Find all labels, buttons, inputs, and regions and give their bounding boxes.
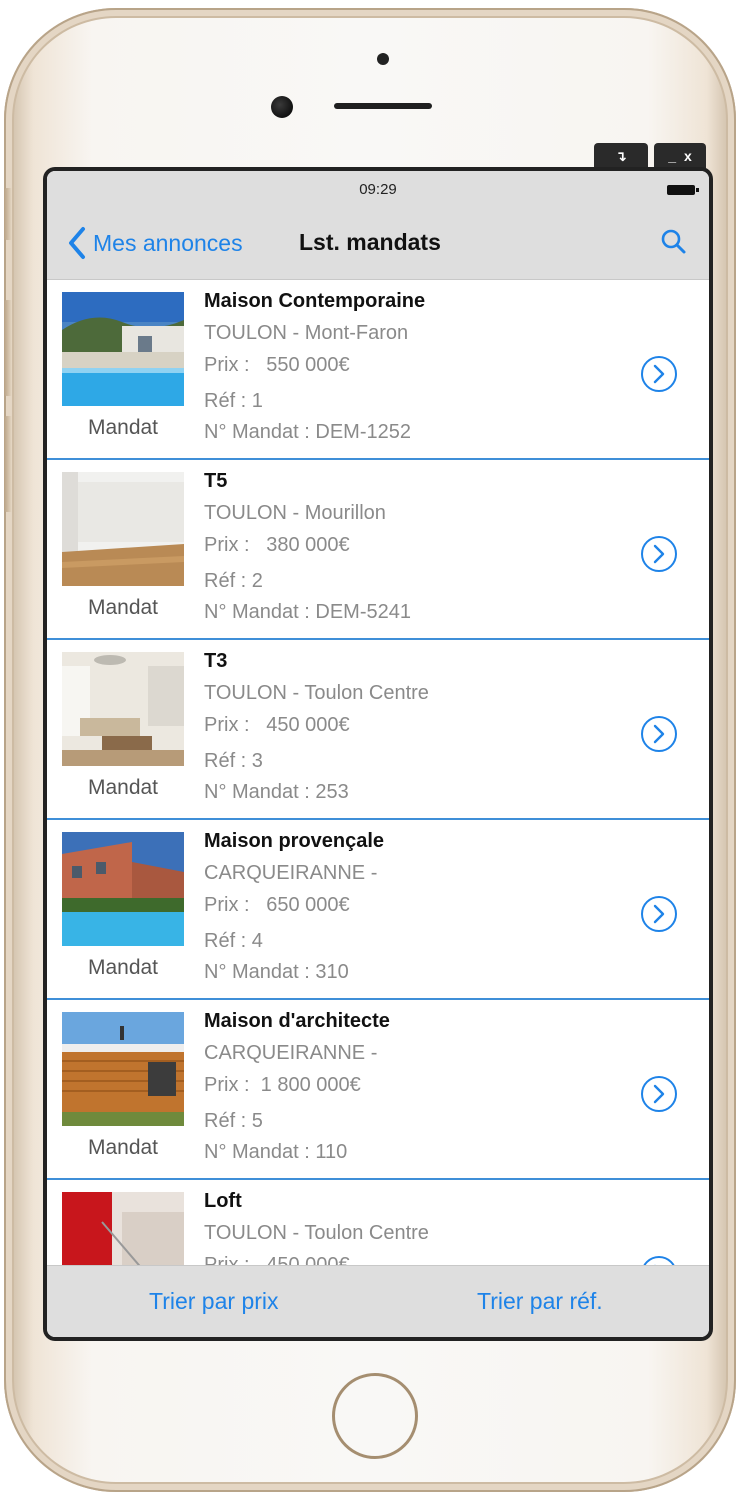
listing-mandat-number: N° Mandat : DEM-5241	[204, 601, 411, 623]
listing-photo	[62, 832, 184, 946]
chevron-right-circle-icon	[641, 356, 677, 392]
chevron-right-circle-icon	[641, 536, 677, 572]
volume-down-button	[4, 416, 12, 512]
listing-location: CARQUEIRANNE -	[204, 862, 378, 884]
listing-row[interactable]: Mandat Maison d'architecte CARQUEIRANNE …	[47, 1000, 709, 1180]
listing-mandat-number: N° Mandat : 110	[204, 1141, 348, 1163]
listing-price: Prix : 380 000€	[204, 534, 350, 556]
close-button[interactable]: x	[684, 148, 692, 164]
rotate-device-button[interactable]: ↴	[594, 143, 648, 169]
listing-title: Loft	[204, 1190, 242, 1212]
home-button[interactable]	[332, 1373, 418, 1459]
listing-price: Prix : 450 000€	[204, 714, 350, 736]
search-icon	[661, 229, 686, 254]
listing-row[interactable]: Mandat T5 TOULON - Mourillon Prix : 380 …	[47, 460, 709, 640]
mandat-tag: Mandat	[87, 1136, 159, 1159]
listing-title: Maison Contemporaine	[204, 290, 426, 312]
detail-disclosure-button[interactable]	[639, 714, 679, 754]
sort-by-price-button[interactable]: Trier par prix	[149, 1288, 279, 1315]
minimize-button[interactable]: _	[668, 148, 676, 164]
sort-by-ref-button[interactable]: Trier par réf.	[477, 1288, 603, 1315]
detail-disclosure-button[interactable]	[639, 534, 679, 574]
chevron-right-circle-icon	[641, 716, 677, 752]
listing-location: TOULON - Mont-Faron	[204, 322, 409, 344]
listing-photo	[62, 652, 184, 766]
rotate-icon: ↴	[615, 147, 627, 164]
listing-row[interactable]: Mandat Maison Contemporaine TOULON - Mon…	[47, 280, 709, 460]
page-title: Lst. mandats	[299, 229, 441, 255]
chevron-right-circle-icon	[641, 896, 677, 932]
listing-title: Maison d'architecte	[204, 1010, 390, 1032]
chevron-left-icon	[69, 227, 85, 259]
back-button[interactable]: Mes annonces	[67, 223, 243, 263]
listing-price: Prix : 1 800 000€	[204, 1074, 361, 1096]
silent-switch	[4, 188, 12, 240]
listing-photo	[62, 1012, 184, 1126]
battery-icon	[667, 185, 699, 195]
mandat-tag: Mandat	[87, 956, 159, 979]
listing-location: TOULON - Toulon Centre	[204, 1222, 429, 1244]
listing-mandat-number: N° Mandat : 253	[204, 781, 349, 803]
listing-ref: Réf : 3	[204, 750, 263, 772]
listing-row[interactable]: Mandat Maison provençale CARQUEIRANNE - …	[47, 820, 709, 1000]
earpiece-speaker	[334, 103, 432, 109]
window-controls: _ x	[654, 143, 706, 169]
detail-disclosure-button[interactable]	[639, 354, 679, 394]
listing-mandat-number: N° Mandat : DEM-1252	[204, 421, 411, 443]
app-view: 09:29 Mes annonces Lst. mandats Mandat M…	[47, 171, 709, 1337]
listing-list[interactable]: Mandat Maison Contemporaine TOULON - Mon…	[47, 280, 709, 1266]
status-time: 09:29	[359, 181, 397, 198]
device-screen: 09:29 Mes annonces Lst. mandats Mandat M…	[43, 167, 713, 1341]
detail-disclosure-button[interactable]	[639, 894, 679, 934]
listing-location: CARQUEIRANNE -	[204, 1042, 378, 1064]
listing-ref: Réf : 1	[204, 390, 263, 412]
listing-title: T3	[204, 650, 228, 672]
listing-price: Prix : 650 000€	[204, 894, 350, 916]
listing-photo	[62, 1192, 184, 1266]
detail-disclosure-button[interactable]	[639, 1074, 679, 1114]
listing-ref: Réf : 4	[204, 930, 263, 952]
listing-location: TOULON - Toulon Centre	[204, 682, 429, 704]
mandat-tag: Mandat	[87, 776, 159, 799]
listing-ref: Réf : 5	[204, 1110, 263, 1132]
chevron-right-circle-icon	[641, 1076, 677, 1112]
mandat-tag: Mandat	[87, 416, 159, 439]
listing-photo	[62, 472, 184, 586]
listing-row[interactable]: Mandat T3 TOULON - Toulon Centre Prix : …	[47, 640, 709, 820]
status-bar: 09:29	[47, 171, 709, 207]
front-camera-icon	[271, 96, 293, 118]
listing-title: Maison provençale	[204, 830, 385, 852]
listing-title: T5	[204, 470, 228, 492]
proximity-sensor	[377, 53, 389, 65]
navigation-bar: Mes annonces Lst. mandats	[47, 207, 709, 280]
search-button[interactable]	[659, 227, 689, 257]
back-button-label: Mes annonces	[93, 229, 243, 256]
listing-row[interactable]: Loft TOULON - Toulon Centre Prix : 450 0…	[47, 1180, 709, 1266]
bottom-toolbar: Trier par prix Trier par réf.	[47, 1265, 709, 1337]
listing-location: TOULON - Mourillon	[204, 502, 386, 524]
listing-ref: Réf : 2	[204, 570, 263, 592]
listing-price: Prix : 550 000€	[204, 354, 350, 376]
mandat-tag: Mandat	[87, 596, 159, 619]
listing-mandat-number: N° Mandat : 310	[204, 961, 349, 983]
volume-up-button	[4, 300, 12, 396]
listing-photo	[62, 292, 184, 406]
